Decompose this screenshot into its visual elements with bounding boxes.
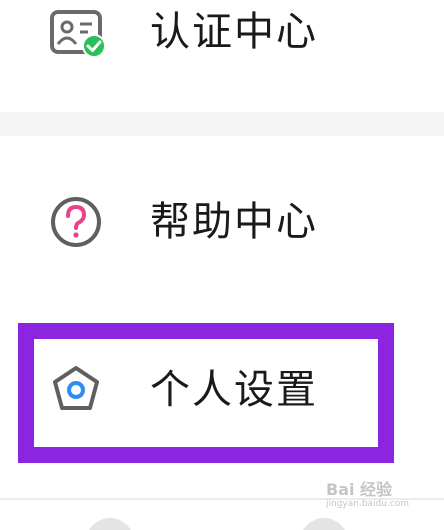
certificate-icon	[50, 8, 106, 64]
section-separator	[0, 112, 444, 136]
settings-pentagon-icon	[50, 362, 106, 418]
bottom-nav-icon[interactable]	[300, 518, 348, 530]
menu-item-personal-settings[interactable]: 个人设置	[0, 350, 444, 430]
menu-item-help-center[interactable]: 帮助中心	[0, 180, 444, 264]
watermark: Bai 经验 jingyan.baidu.com	[326, 482, 409, 509]
help-question-icon	[50, 194, 106, 250]
menu-item-certification-center[interactable]: 认证中心	[0, 0, 444, 68]
app-screen: 认证中心 帮助中心 个人设置 Bai 经验 jingyan.baidu.com	[0, 0, 444, 530]
menu-item-label: 帮助中心	[150, 199, 318, 245]
bottom-nav-icon[interactable]	[86, 518, 134, 530]
watermark-main: Bai 经验	[326, 480, 393, 499]
menu-item-label: 个人设置	[150, 367, 318, 413]
menu-item-label: 认证中心	[150, 9, 318, 55]
watermark-sub: jingyan.baidu.com	[326, 499, 410, 509]
